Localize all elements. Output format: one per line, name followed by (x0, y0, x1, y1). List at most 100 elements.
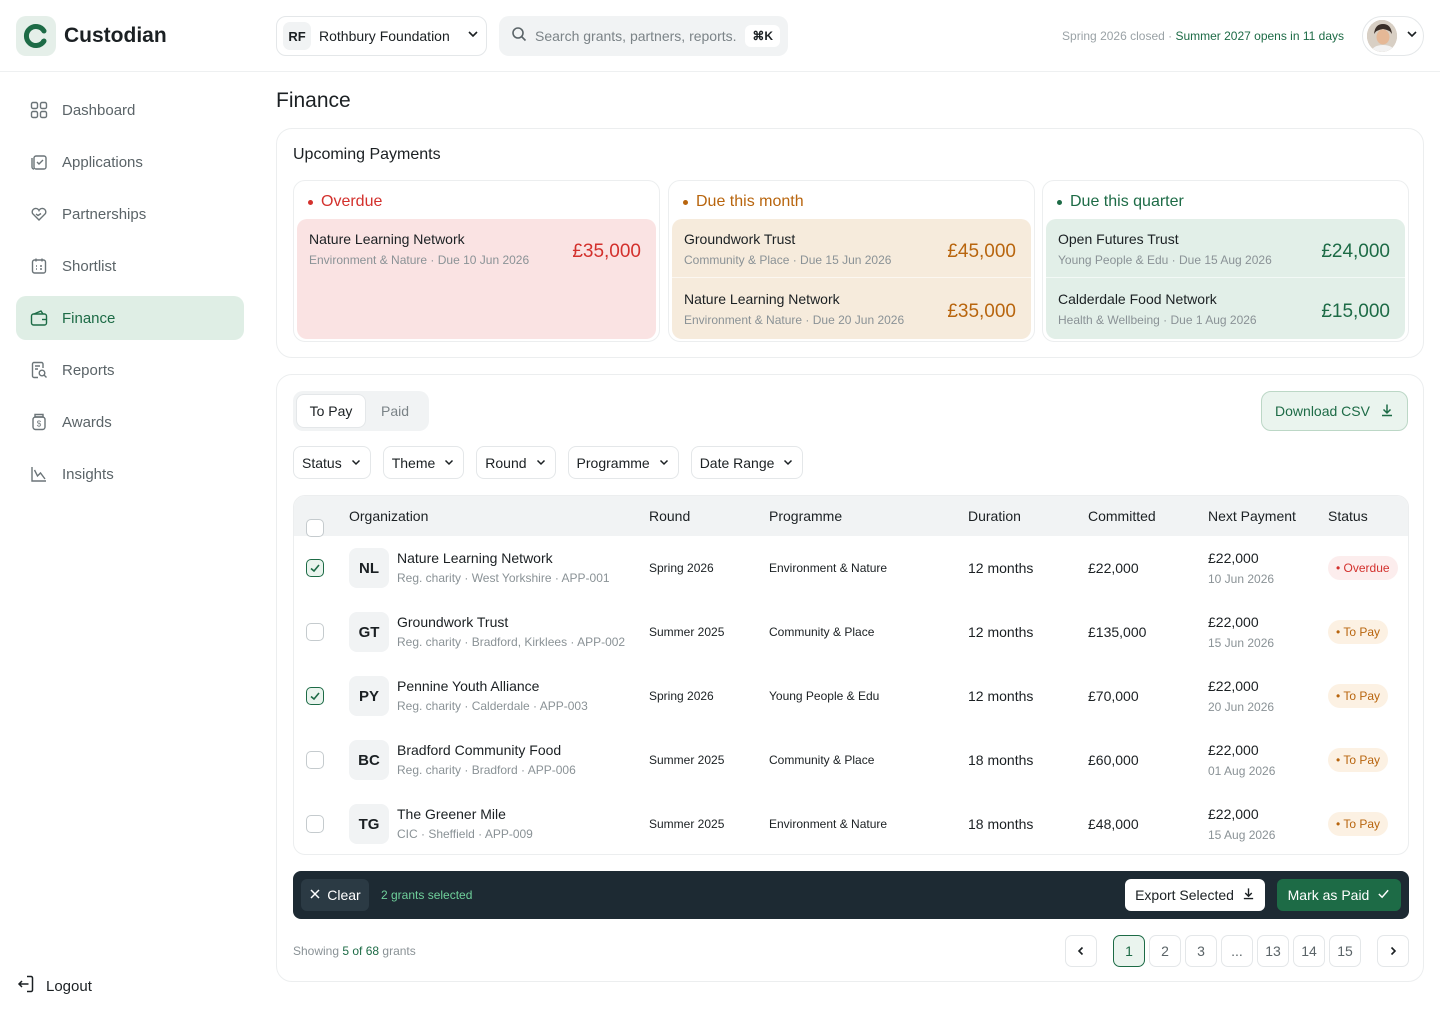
app-name: Custodian (64, 24, 167, 47)
date-range-filter[interactable]: Date Range (690, 446, 804, 479)
showing-suffix: grants (379, 944, 416, 958)
chevron-down-icon (466, 27, 480, 46)
programme-filter[interactable]: Programme (567, 446, 679, 479)
payment-item[interactable]: Nature Learning Network Environment & Na… (684, 291, 1024, 327)
next-page-button[interactable] (1377, 935, 1409, 967)
prev-page-button[interactable] (1065, 935, 1097, 967)
page-button[interactable]: 2 (1149, 935, 1181, 967)
next-payment-amount: £22,000 (1208, 806, 1259, 822)
round-filter[interactable]: Round (476, 446, 556, 479)
page-numbers: 1 2 3... 13 14 15 (1113, 935, 1361, 967)
tab-paid[interactable]: Paid (366, 394, 424, 428)
round-cell: Spring 2026 (649, 561, 714, 575)
next-payment-date: 20 Jun 2026 (1208, 700, 1275, 714)
sidebar-item-finance[interactable]: Finance (16, 296, 244, 340)
committed-cell: £70,000 (1088, 688, 1139, 704)
header-duration[interactable]: Duration (968, 508, 1021, 524)
column-title-label: Overdue (321, 193, 383, 210)
column-title-label: Due this quarter (1070, 193, 1184, 210)
cards-icon (30, 153, 48, 171)
user-menu[interactable] (1362, 16, 1424, 56)
row-checkbox[interactable] (306, 751, 324, 769)
download-csv-button[interactable]: Download CSV (1261, 391, 1408, 431)
showing-prefix: Showing (293, 944, 343, 958)
filter-label: Theme (391, 454, 436, 471)
chevron-down-icon (535, 455, 547, 471)
payment-item[interactable]: Open Futures Trust Young People & Edu · … (1058, 231, 1398, 267)
next-payment-amount: £22,000 (1208, 742, 1259, 758)
next-payment-amount: £22,000 (1208, 614, 1259, 630)
page-button[interactable]: 13 (1257, 935, 1289, 967)
svg-text:$: $ (37, 420, 42, 429)
handshake-heart-icon (30, 205, 48, 223)
filter-label: Date Range (699, 454, 775, 471)
payment-item[interactable]: Groundwork Trust Community & Place · Due… (684, 231, 1024, 267)
sidebar-item-reports[interactable]: Reports (16, 348, 244, 392)
theme-filter[interactable]: Theme (382, 446, 465, 479)
search-shortcut: ⌘K (745, 25, 780, 47)
round-cell: Summer 2025 (649, 625, 725, 639)
payment-item[interactable]: Calderdale Food Network Health & Wellbei… (1058, 291, 1398, 327)
sidebar-item-label: Finance (62, 309, 116, 327)
header-status[interactable]: Status (1328, 508, 1368, 524)
org-name[interactable]: Bradford Community Food (397, 742, 561, 758)
payment-item[interactable]: Nature Learning Network Environment & Na… (309, 231, 649, 267)
sidebar-item-shortlist[interactable]: Shortlist (16, 244, 244, 288)
brand[interactable]: Custodian (16, 16, 167, 56)
header-next-payment[interactable]: Next Payment (1208, 508, 1296, 524)
export-selected-button[interactable]: Export Selected (1125, 879, 1265, 911)
table-row[interactable]: BC Bradford Community Food Reg. charity … (294, 728, 1408, 792)
header-programme[interactable]: Programme (769, 508, 842, 524)
clear-selection-button[interactable]: Clear (301, 879, 369, 911)
check-icon (310, 564, 320, 573)
money-jar-icon: $ (30, 413, 48, 431)
organization-selector[interactable]: RF Rothbury Foundation (276, 16, 487, 56)
tab-to-pay[interactable]: To Pay (296, 394, 366, 428)
sidebar-nav: Dashboard Applications Partnerships Shor… (16, 88, 244, 504)
status-badge: • To Pay (1328, 812, 1389, 836)
page-button[interactable]: 1 (1113, 935, 1145, 967)
mark-as-paid-button[interactable]: Mark as Paid (1277, 879, 1401, 911)
page-title: Finance (276, 89, 351, 112)
page-button[interactable]: 15 (1329, 935, 1361, 967)
selection-count: 2 grants selected (381, 888, 473, 902)
row-checkbox[interactable] (306, 559, 324, 577)
column-title: Overdue (308, 193, 382, 211)
status-filter[interactable]: Status (293, 446, 371, 479)
page-button[interactable]: 3 (1185, 935, 1217, 967)
org-name[interactable]: The Greener Mile (397, 806, 506, 822)
grants-table-card: To Pay Paid Download CSV Status Theme Ro… (276, 374, 1424, 982)
table-row[interactable]: NL Nature Learning Network Reg. charity … (294, 536, 1408, 600)
sidebar-item-applications[interactable]: Applications (16, 140, 244, 184)
header-organization[interactable]: Organization (349, 508, 428, 524)
org-name[interactable]: Pennine Youth Alliance (397, 678, 539, 694)
status-badge: • Overdue (1328, 556, 1398, 580)
logout-button[interactable]: Logout (16, 974, 92, 998)
sidebar-item-dashboard[interactable]: Dashboard (16, 88, 244, 132)
table-row[interactable]: PY Pennine Youth Alliance Reg. charity ·… (294, 664, 1408, 728)
header-committed[interactable]: Committed (1088, 508, 1156, 524)
org-name[interactable]: Groundwork Trust (397, 614, 508, 630)
filter-label: Programme (576, 454, 650, 471)
sidebar-item-partnerships[interactable]: Partnerships (16, 192, 244, 236)
status-dot-icon (683, 199, 688, 205)
select-all-checkbox[interactable] (306, 519, 324, 537)
sidebar-item-awards[interactable]: $ Awards (16, 400, 244, 444)
logout-label: Logout (46, 977, 92, 995)
header-round[interactable]: Round (649, 508, 690, 524)
org-initials: TG (349, 804, 389, 844)
search-bar: ⌘K (499, 16, 788, 56)
row-checkbox[interactable] (306, 687, 324, 705)
table-row[interactable]: GT Groundwork Trust Reg. charity · Bradf… (294, 600, 1408, 664)
sidebar-item-insights[interactable]: Insights (16, 452, 244, 496)
row-checkbox[interactable] (306, 623, 324, 641)
table-row[interactable]: TG The Greener Mile CIC · Sheffield · AP… (294, 792, 1408, 854)
search-input[interactable] (535, 28, 738, 44)
org-initials: NL (349, 548, 389, 588)
next-payment-date: 01 Aug 2026 (1208, 764, 1276, 778)
page-button[interactable]: 14 (1293, 935, 1325, 967)
org-meta: Reg. charity · West Yorkshire · APP-001 (397, 571, 610, 585)
row-checkbox[interactable] (306, 815, 324, 833)
sidebar-item-label: Applications (62, 153, 143, 171)
org-name[interactable]: Nature Learning Network (397, 550, 553, 566)
